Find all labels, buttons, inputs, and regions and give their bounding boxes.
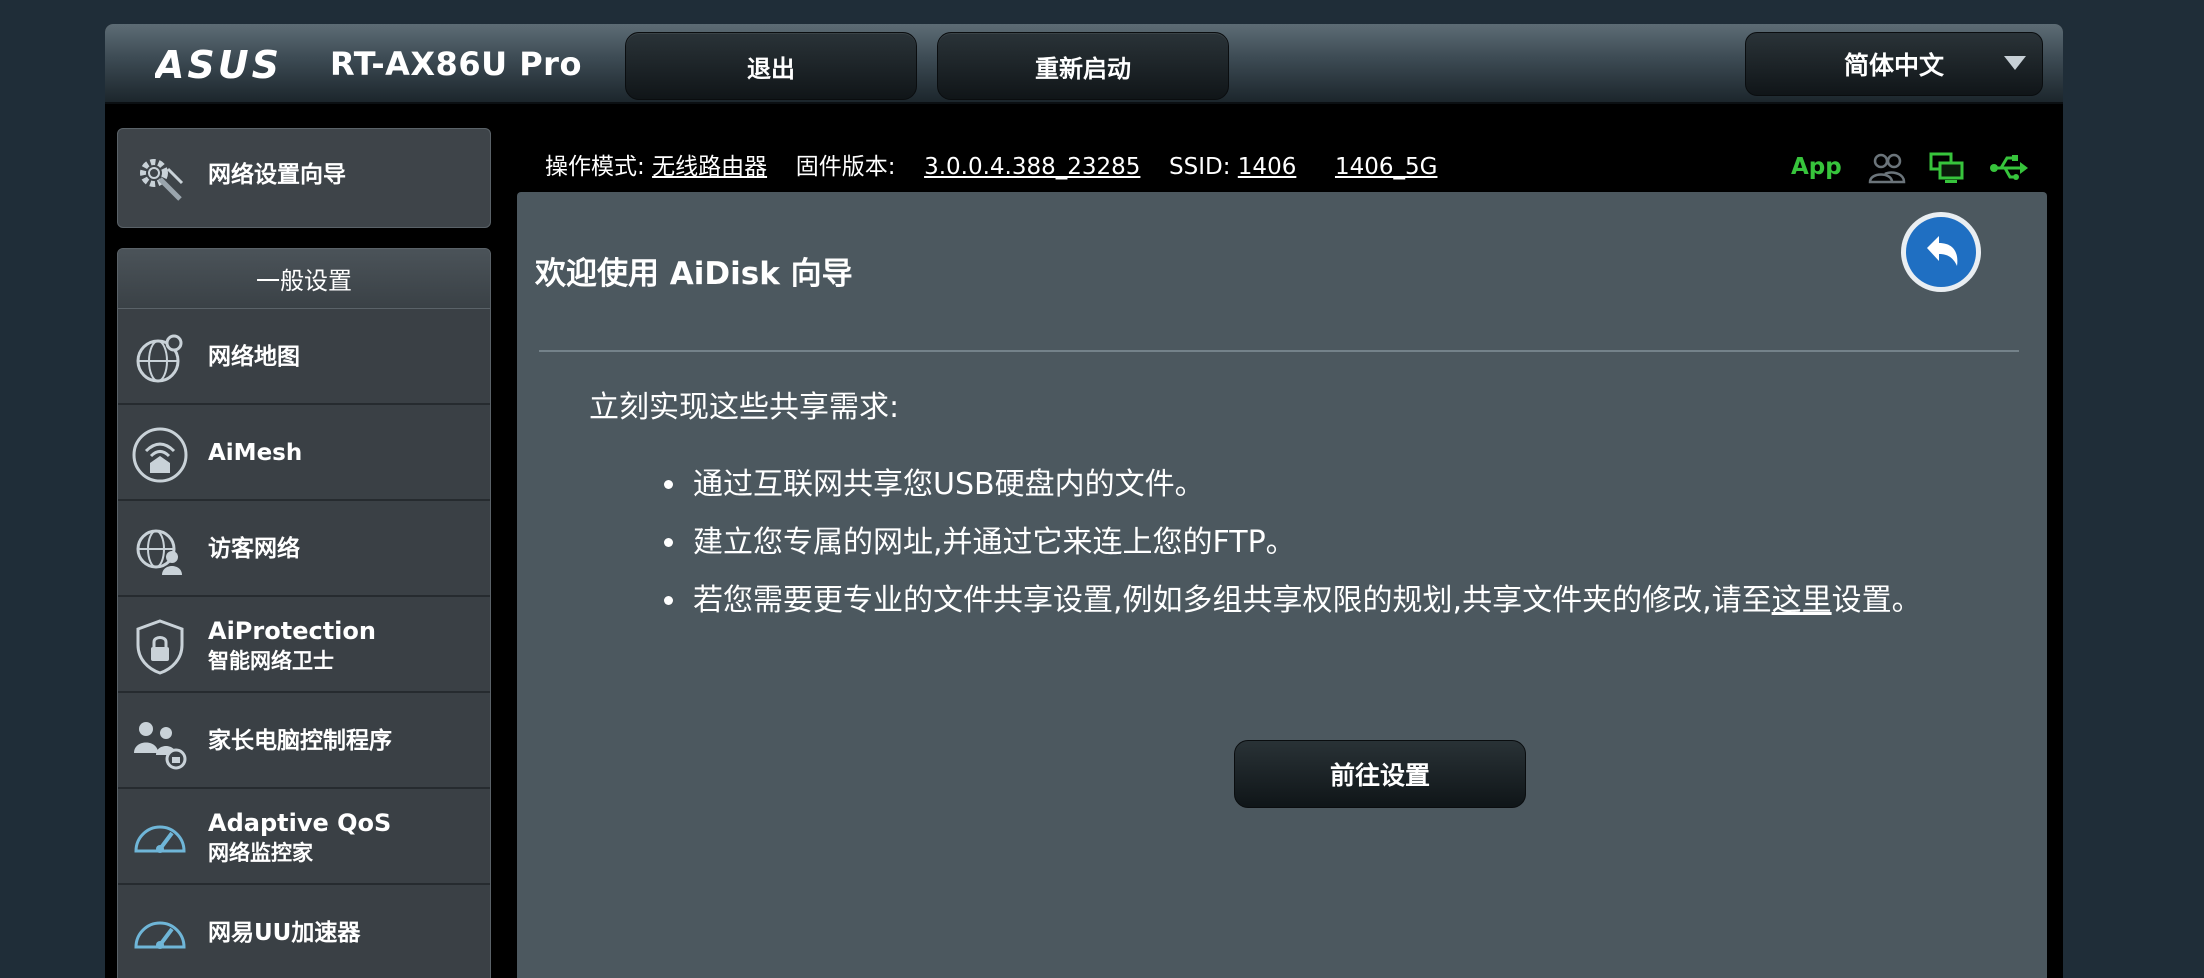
aimesh-icon bbox=[132, 427, 188, 483]
sidebar-item-label: 访客网络 bbox=[208, 536, 300, 562]
ssid-link-2[interactable]: 1406_5G bbox=[1335, 154, 1438, 180]
parental-control-icon bbox=[134, 722, 187, 770]
sidebar-item-label: AiProtection bbox=[208, 617, 376, 645]
aidisk-wizard-panel: 欢迎使用 AiDisk 向导 立刻实现这些共享需求: 通过互联网共享您USB硬盘… bbox=[517, 192, 2047, 978]
reboot-button[interactable]: 重新启动 bbox=[937, 32, 1229, 100]
page-title: 欢迎使用 AiDisk 向导 bbox=[535, 256, 853, 292]
back-arrow-icon[interactable] bbox=[1899, 210, 1983, 294]
sidebar-general-settings: 一般设置 网络地图 AiMesh 访客网络 AiProtection 智能网络卫… bbox=[117, 248, 491, 978]
language-value: 简体中文 bbox=[1843, 51, 1944, 80]
sidebar-item-label: AiMesh bbox=[208, 440, 303, 466]
sidebar-group-title: 一般设置 bbox=[118, 249, 490, 309]
clients-icon[interactable] bbox=[1867, 150, 1907, 186]
network-icon[interactable] bbox=[1927, 150, 1967, 186]
logout-button[interactable]: 退出 bbox=[625, 32, 917, 100]
speedometer-icon bbox=[134, 921, 186, 949]
network-map-icon bbox=[136, 334, 183, 383]
intro-text: 立刻实现这些共享需求: bbox=[589, 390, 900, 425]
wizard-gear-icon bbox=[140, 159, 184, 201]
list-item: 建立您专属的网址,并通过它来连上您的FTP。 bbox=[689, 514, 1989, 572]
sidebar-item-parental-control[interactable]: 家长电脑控制程序 bbox=[118, 693, 490, 789]
here-link[interactable]: 这里 bbox=[1772, 583, 1832, 618]
firmware-link[interactable]: 3.0.0.4.388_23285 bbox=[924, 154, 1140, 180]
sidebar-item-adaptive-qos[interactable]: Adaptive QoS 网络监控家 bbox=[118, 789, 490, 885]
sidebar-item-guest-network[interactable]: 访客网络 bbox=[118, 501, 490, 597]
status-line: 操作模式: 无线路由器 固件版本: 3.0.0.4.388_23285 SSID… bbox=[545, 152, 1437, 182]
language-select[interactable]: 简体中文 bbox=[1745, 32, 2043, 96]
asus-logo-icon: ASUS bbox=[155, 43, 282, 86]
firmware-label: 固件版本: bbox=[795, 154, 896, 180]
ssid-link-1[interactable]: 1406 bbox=[1238, 154, 1297, 180]
sidebar-item-label: 网络地图 bbox=[208, 344, 300, 370]
sidebar-item-label: Adaptive QoS bbox=[208, 809, 392, 837]
sidebar-item-sublabel: 网络监控家 bbox=[208, 841, 313, 865]
model-name: RT-AX86U Pro bbox=[330, 45, 582, 83]
mode-link[interactable]: 无线路由器 bbox=[652, 154, 767, 180]
top-banner: ASUS RT-AX86U Pro 退出 重新启动 简体中文 bbox=[105, 24, 2063, 104]
list-item: 通过互联网共享您USB硬盘内的文件。 bbox=[689, 456, 1989, 514]
guest-network-icon bbox=[136, 529, 182, 575]
router-frame: ASUS RT-AX86U Pro 退出 重新启动 简体中文 操作模式: 无线路… bbox=[105, 24, 2063, 978]
dropdown-arrow-icon bbox=[2004, 56, 2026, 70]
svg-text:ASUS: ASUS bbox=[155, 43, 282, 86]
list-item: 若您需要更专业的文件共享设置,例如多组共享权限的规划,共享文件夹的修改,请至这里… bbox=[689, 572, 1989, 630]
sidebar-item-label: 网络设置向导 bbox=[208, 162, 346, 188]
sidebar-item-aimesh[interactable]: AiMesh bbox=[118, 405, 490, 501]
speedometer-icon bbox=[134, 825, 186, 853]
app-link[interactable]: App bbox=[1791, 154, 1842, 180]
title-divider bbox=[539, 350, 2019, 352]
sidebar-item-uu-accelerator[interactable]: 网易UU加速器 bbox=[118, 885, 490, 978]
sidebar-item-network-map[interactable]: 网络地图 bbox=[118, 309, 490, 405]
shield-icon bbox=[136, 619, 184, 675]
go-to-setup-button[interactable]: 前往设置 bbox=[1234, 740, 1526, 808]
sidebar-item-label: 家长电脑控制程序 bbox=[208, 728, 392, 754]
sidebar-item-label: 网易UU加速器 bbox=[208, 920, 361, 946]
sidebar-item-sublabel: 智能网络卫士 bbox=[208, 649, 334, 673]
sidebar-item-aiprotection[interactable]: AiProtection 智能网络卫士 bbox=[118, 597, 490, 693]
sidebar-item-wizard[interactable]: 网络设置向导 bbox=[117, 128, 491, 228]
ssid-label: SSID: bbox=[1169, 154, 1231, 180]
mode-label: 操作模式: bbox=[545, 154, 645, 180]
usb-icon[interactable] bbox=[1989, 150, 2029, 186]
feature-list: 通过互联网共享您USB硬盘内的文件。 建立您专属的网址,并通过它来连上您的FTP… bbox=[669, 456, 1989, 630]
